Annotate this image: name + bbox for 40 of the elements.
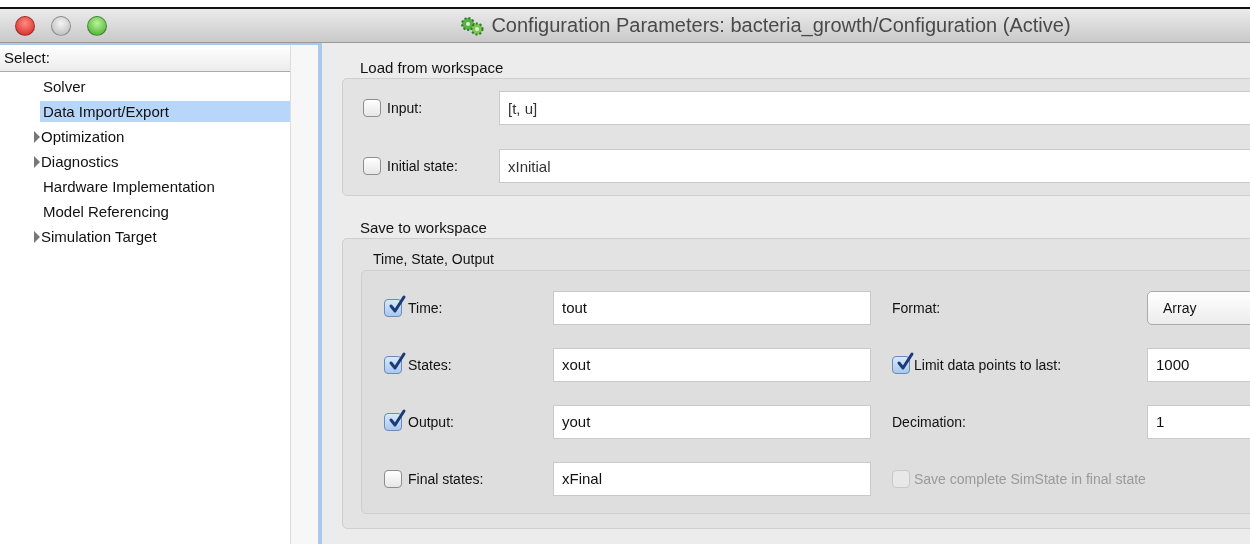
group-title: Time, State, Output (372, 251, 495, 269)
close-button[interactable] (15, 15, 35, 36)
input-field[interactable]: xFinal (553, 461, 871, 496)
input-field[interactable]: tout (553, 290, 871, 325)
field-label: Final states: (408, 470, 485, 487)
expand-arrow-icon[interactable] (34, 230, 40, 243)
field-label: Output: (408, 413, 455, 430)
field-label: Time: (408, 299, 444, 316)
input-field[interactable]: 1000 (1147, 347, 1250, 382)
input-field[interactable]: [t, u] (499, 91, 1250, 125)
zoom-button[interactable] (87, 15, 107, 36)
checkbox[interactable] (363, 157, 381, 175)
expand-arrow-icon[interactable] (34, 130, 40, 143)
dropdown[interactable]: Array (1147, 290, 1250, 325)
expand-arrow-icon[interactable] (34, 155, 40, 168)
field-label: Format: (892, 299, 941, 316)
section-title: Load from workspace (359, 58, 505, 78)
sidebar-item[interactable]: Optimization (40, 126, 290, 147)
input-field[interactable]: xInitial (499, 149, 1250, 183)
sidebar-item[interactable]: Data Import/Export (40, 101, 290, 122)
checkbox-label: Limit data points to last: (914, 356, 1062, 373)
window-title: Configuration Parameters: bacteria_growth/Configuration (Active) (491, 14, 1071, 37)
minimize-button[interactable] (51, 15, 71, 36)
input-field[interactable]: 1 (1147, 404, 1250, 439)
checkbox[interactable] (384, 469, 402, 488)
checkbox[interactable] (363, 99, 381, 117)
field-label: Decimation: (892, 413, 966, 430)
input-field[interactable]: xout (553, 347, 871, 382)
sidebar-item[interactable]: Simulation Target (40, 226, 290, 247)
checkbox-label: Save complete SimState in final state (914, 470, 1146, 487)
input-field[interactable]: yout (553, 404, 871, 439)
sidebar-item[interactable]: Solver (40, 76, 290, 97)
section-title: Save to workspace (359, 218, 488, 238)
sidebar-item[interactable]: Hardware Implementation (40, 176, 290, 197)
field-label: Input: (387, 100, 424, 116)
sidebar-item[interactable]: Model Referencing (40, 201, 290, 222)
field-label: States: (408, 356, 453, 373)
gears-icon (459, 14, 486, 37)
sidebar-item[interactable]: Diagnostics (40, 151, 290, 172)
field-label: Initial state: (387, 158, 459, 174)
